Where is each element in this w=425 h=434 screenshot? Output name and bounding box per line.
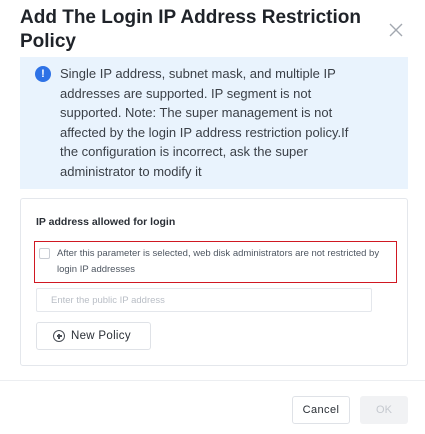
ok-button[interactable]: OK bbox=[360, 396, 408, 424]
ip-allowed-label: IP address allowed for login bbox=[36, 216, 176, 228]
exempt-admins-checkbox[interactable] bbox=[39, 248, 50, 259]
new-policy-button[interactable]: New Policy bbox=[36, 322, 151, 350]
close-icon bbox=[389, 23, 403, 37]
public-ip-input[interactable] bbox=[36, 288, 372, 312]
exempt-admins-option[interactable]: After this parameter is selected, web di… bbox=[34, 241, 397, 283]
close-button[interactable] bbox=[386, 20, 406, 40]
new-policy-label: New Policy bbox=[71, 330, 131, 342]
cancel-button[interactable]: Cancel bbox=[292, 396, 350, 424]
ip-policy-panel: IP address allowed for login After this … bbox=[20, 198, 408, 366]
info-icon: ! bbox=[35, 66, 51, 82]
footer-divider bbox=[0, 380, 425, 381]
exempt-admins-option-text: After this parameter is selected, web di… bbox=[57, 248, 380, 275]
plus-circle-icon bbox=[53, 330, 65, 342]
dialog-title: Add The Login IP Address Restriction Pol… bbox=[20, 7, 361, 52]
info-notice-text: Single IP address, subnet mask, and mult… bbox=[60, 66, 349, 179]
info-notice: ! Single IP address, subnet mask, and mu… bbox=[20, 57, 408, 189]
